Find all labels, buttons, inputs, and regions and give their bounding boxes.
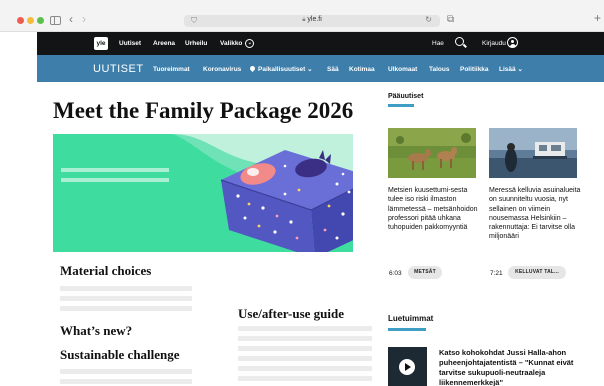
text-placeholder-line [238, 366, 372, 371]
heading-accent-bar [388, 104, 414, 107]
story-time: 7:21 [490, 270, 503, 277]
hero-image [53, 134, 353, 252]
location-pin-icon [248, 64, 257, 73]
subnav-lisaa-label: Lisää [499, 66, 516, 73]
most-read-item-text[interactable]: Katso kohokohdat Jussi Halla-ahon puheen… [439, 348, 579, 386]
chevron-down-icon: ⌄ [307, 66, 313, 73]
chevron-down-icon: ⌄ [517, 66, 523, 73]
nav-valikko-label: Valikko [220, 40, 243, 48]
family-package-illustration [53, 134, 353, 252]
luetuimmat-heading: Luetuimmat [388, 314, 434, 323]
subnav-paikallisuutiset-label: Paikallisuutiset [258, 66, 306, 73]
subnav-item-talous[interactable]: Talous [429, 65, 449, 74]
uutiset-brand[interactable]: UUTISET [93, 63, 144, 75]
text-placeholder-line [60, 296, 192, 301]
nav-urheilu[interactable]: Urheilu [185, 39, 207, 48]
text-placeholder-line [60, 286, 192, 291]
subnav-item-ulkomaat[interactable]: Ulkomaat [388, 65, 417, 74]
subnav-item-paikallisuutiset[interactable]: Paikallisuutiset ⌄ [248, 64, 313, 74]
forward-arrow-icon[interactable]: › [82, 12, 86, 26]
story-text[interactable]: Metsien kuusettumi-sesta tulee iso riski… [388, 186, 480, 232]
text-placeholder-line [238, 356, 372, 361]
tabs-overview-icon[interactable]: ⧉ [447, 13, 454, 27]
story-thumbnail-floating-houses[interactable] [489, 128, 577, 178]
browser-toolbar: ‹ › ⛉ 🔒︎ yle.fi ↻ ⧉ + [0, 0, 604, 32]
new-tab-icon[interactable]: + [594, 11, 601, 25]
text-placeholder-line [60, 379, 192, 384]
text-placeholder-line [238, 326, 372, 331]
minimize-window-button[interactable] [27, 17, 34, 24]
section-sustainable-challenge: Sustainable challenge [60, 347, 180, 362]
section-use-guide: Use/after-use guide [238, 306, 345, 321]
text-placeholder-line [60, 369, 192, 374]
paauutiset-heading: Pääuutiset [388, 93, 424, 100]
back-arrow-icon[interactable]: ‹ [69, 12, 73, 26]
subnav-item-kotimaa[interactable]: Kotimaa [349, 65, 375, 74]
zoom-window-button[interactable] [37, 17, 44, 24]
url-text: yle.fi [307, 16, 322, 23]
topic-tag[interactable]: METSÄT [408, 266, 442, 279]
search-icon[interactable] [455, 37, 464, 46]
play-icon[interactable] [399, 359, 415, 375]
yle-logo[interactable]: yle [94, 37, 108, 50]
heading-accent-bar [388, 328, 426, 331]
subnav-item-politiikka[interactable]: Politiikka [460, 65, 489, 74]
text-placeholder-line [238, 376, 372, 381]
site-top-nav: yle Uutiset Areena Urheilu Valikko ⌄ Hae … [37, 32, 604, 55]
reload-icon[interactable]: ↻ [425, 15, 432, 24]
story-thumbnail-deer[interactable] [388, 128, 476, 178]
topic-tag[interactable]: KELLUVAT TAL... [508, 266, 566, 279]
video-thumbnail[interactable] [388, 347, 427, 386]
text-placeholder-line [60, 306, 192, 311]
chevron-down-icon: ⌄ [245, 39, 255, 48]
nav-valikko[interactable]: Valikko ⌄ [220, 39, 255, 48]
story-text[interactable]: Meressä kelluvia asuinalueita on suunnit… [489, 186, 581, 242]
user-icon[interactable] [507, 37, 518, 48]
section-material-choices: Material choices [60, 263, 152, 278]
subnav-item-koronavirus[interactable]: Koronavirus [203, 65, 241, 74]
text-placeholder-line [238, 336, 372, 341]
close-window-button[interactable] [17, 17, 24, 24]
subnav-item-lisaa[interactable]: Lisää ⌄ [499, 65, 523, 74]
login-label[interactable]: Kirjaudu [482, 39, 506, 48]
article-headline: Meet the Family Package 2026 [53, 98, 354, 123]
subnav-item-tuoreimmat[interactable]: Tuoreimmat [153, 65, 190, 74]
nav-uutiset[interactable]: Uutiset [119, 39, 141, 48]
text-placeholder-line [238, 346, 372, 351]
search-label[interactable]: Hae [432, 39, 444, 48]
subnav-item-saa[interactable]: Sää [327, 65, 339, 74]
section-nav: UUTISET Tuoreimmat Koronavirus Paikallis… [37, 55, 604, 82]
lock-icon: 🔒︎ [302, 17, 306, 23]
floating-houses-photo [489, 128, 577, 178]
address-bar[interactable]: ⛉ 🔒︎ yle.fi ↻ [184, 15, 440, 27]
nav-areena[interactable]: Areena [153, 39, 175, 48]
story-time: 6:03 [389, 270, 402, 277]
sidebar-toggle-icon[interactable] [50, 16, 61, 25]
section-whats-new: What’s new? [60, 323, 133, 338]
deer-photo [388, 128, 476, 178]
